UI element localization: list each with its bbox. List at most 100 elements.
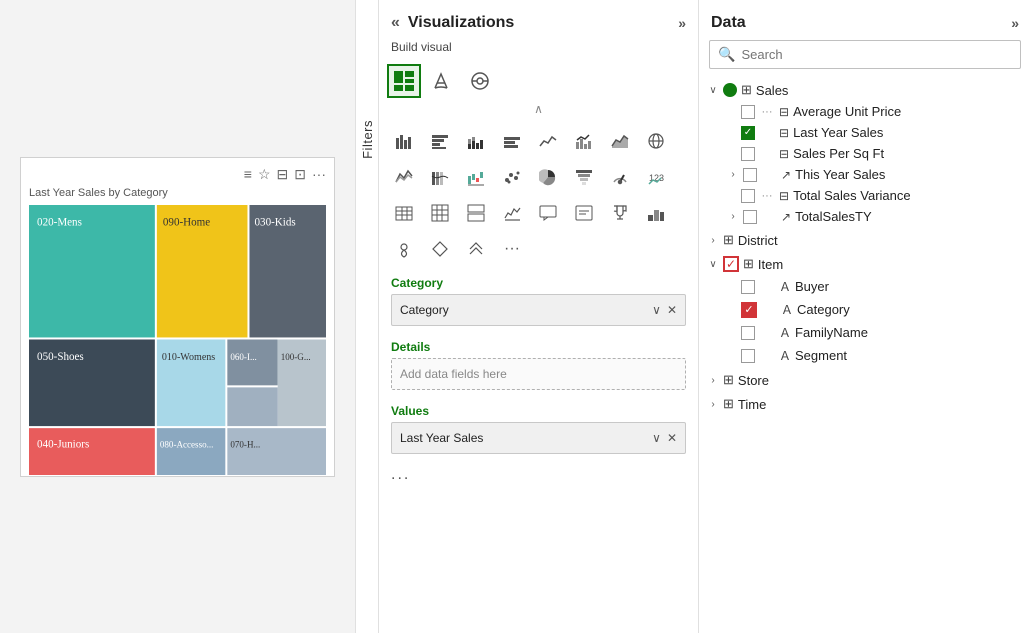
- tree-item-avg-unit-price[interactable]: ··· ⊟ Average Unit Price: [723, 101, 1027, 122]
- family-name-checkbox[interactable]: [741, 326, 755, 340]
- category-field-well[interactable]: Category ∨ ✕: [391, 294, 686, 326]
- chart-toolbar: ≡ ☆ ⊟ ⊡ ···: [29, 166, 326, 183]
- buyer-checkbox[interactable]: [741, 280, 755, 294]
- tree-item-sales[interactable]: ∨ ⊞ Sales: [703, 79, 1027, 101]
- sales-expand-icon[interactable]: ∨: [707, 85, 719, 96]
- category-chevron-icon[interactable]: ∨: [652, 303, 661, 317]
- pie-chart-btn[interactable]: [531, 160, 565, 194]
- tree-item-item[interactable]: ∨ ✓ ⊞ Item: [703, 253, 1027, 275]
- stacked-bar-btn[interactable]: [459, 124, 493, 158]
- details-field-label: Details: [391, 340, 686, 354]
- this-year-sales-expand[interactable]: ›: [727, 169, 739, 180]
- bar-chart2-btn[interactable]: [423, 124, 457, 158]
- svg-text:060-I...: 060-I...: [230, 351, 256, 361]
- collapse-left-button[interactable]: «: [391, 14, 400, 32]
- arrows-btn[interactable]: [459, 232, 493, 266]
- svg-text:010-Womens: 010-Womens: [162, 351, 215, 362]
- sales-per-sq-ft-label: Sales Per Sq Ft: [793, 146, 884, 161]
- total-sales-ty-checkbox[interactable]: [743, 210, 757, 224]
- total-sales-variance-checkbox[interactable]: [741, 189, 755, 203]
- expand-icon[interactable]: ⊡: [294, 166, 306, 183]
- last-year-sales-checkbox[interactable]: ✓: [741, 126, 755, 140]
- more-fields-dots: ...: [379, 462, 698, 488]
- bar-chart-btn[interactable]: [387, 124, 421, 158]
- tree-item-time[interactable]: › ⊞ Time: [703, 393, 1027, 415]
- avg-unit-price-checkbox[interactable]: [741, 105, 755, 119]
- values-remove-icon[interactable]: ✕: [667, 431, 677, 445]
- buyer-icon: Ａ: [779, 278, 791, 295]
- search-input[interactable]: [741, 47, 1012, 62]
- ribbon-chart-btn[interactable]: [423, 160, 457, 194]
- svg-text:050-Shoes: 050-Shoes: [37, 350, 84, 362]
- segment-checkbox[interactable]: [741, 349, 755, 363]
- tree-item-buyer[interactable]: Ａ Buyer: [723, 275, 1027, 298]
- filter-icon[interactable]: ⊟: [277, 166, 289, 183]
- tree-item-last-year-sales[interactable]: ✓ ⊟ Last Year Sales: [723, 122, 1027, 143]
- combo-chart-btn[interactable]: [567, 124, 601, 158]
- scatter-btn[interactable]: [495, 160, 529, 194]
- table-viz-btn[interactable]: [387, 196, 421, 230]
- more-viz-btn[interactable]: ···: [495, 232, 529, 266]
- trophy-btn[interactable]: [603, 196, 637, 230]
- matrix-btn[interactable]: [423, 196, 457, 230]
- format-viz-btn[interactable]: [425, 64, 459, 98]
- this-year-sales-checkbox[interactable]: [743, 168, 757, 182]
- more-icon[interactable]: ···: [312, 166, 326, 183]
- analytics-viz-btn[interactable]: [463, 64, 497, 98]
- last-year-sales-icon: ⊟: [779, 126, 789, 140]
- tree-item-total-sales-variance[interactable]: ··· ⊟ Total Sales Variance: [723, 185, 1027, 206]
- search-box: 🔍: [709, 40, 1021, 69]
- expand-right-button[interactable]: »: [678, 15, 686, 31]
- funnel-btn[interactable]: [567, 160, 601, 194]
- tree-item-district[interactable]: › ⊞ District: [703, 229, 1027, 251]
- store-expand-icon[interactable]: ›: [707, 375, 719, 386]
- pin-icon[interactable]: ☆: [258, 166, 271, 183]
- tree-item-this-year-sales[interactable]: › ↗ This Year Sales: [723, 164, 1027, 185]
- filters-label: Filters: [360, 120, 375, 159]
- values-field-well[interactable]: Last Year Sales ∨ ✕: [391, 422, 686, 454]
- item-expand-icon[interactable]: ∨: [707, 259, 719, 270]
- map-chart-btn[interactable]: [639, 124, 673, 158]
- district-expand-icon[interactable]: ›: [707, 235, 719, 246]
- family-name-label: FamilyName: [795, 325, 868, 340]
- treemap-viz-btn[interactable]: [387, 64, 421, 98]
- menu-icon[interactable]: ≡: [244, 166, 252, 183]
- category-remove-icon[interactable]: ✕: [667, 303, 677, 317]
- callout-btn[interactable]: [531, 196, 565, 230]
- text-box-btn[interactable]: [567, 196, 601, 230]
- tree-item-sales-per-sq-ft[interactable]: ⊟ Sales Per Sq Ft: [723, 143, 1027, 164]
- category-item-icon: Ａ: [781, 301, 793, 318]
- values-chevron-icon[interactable]: ∨: [652, 431, 661, 445]
- filters-tab[interactable]: Filters: [355, 0, 379, 633]
- tree-item-segment[interactable]: Ａ Segment: [723, 344, 1027, 367]
- column-chart-btn[interactable]: [495, 124, 529, 158]
- map-pin-btn[interactable]: [387, 232, 421, 266]
- bar-chart3-btn[interactable]: [639, 196, 673, 230]
- shape-map-btn[interactable]: [495, 196, 529, 230]
- area-chart-btn[interactable]: [603, 124, 637, 158]
- time-expand-icon[interactable]: ›: [707, 399, 719, 410]
- sales-per-sq-ft-icon: ⊟: [779, 147, 789, 161]
- tree-item-store[interactable]: › ⊞ Store: [703, 369, 1027, 391]
- tree-item-family-name[interactable]: Ａ FamilyName: [723, 321, 1027, 344]
- diamond-btn[interactable]: [423, 232, 457, 266]
- values-field-section: Values Last Year Sales ∨ ✕: [379, 398, 698, 462]
- sales-per-sq-ft-checkbox[interactable]: [741, 147, 755, 161]
- data-panel-header: Data »: [699, 0, 1031, 40]
- tree-item-category[interactable]: ✓ Ａ Category: [723, 298, 1027, 321]
- line-chart-btn[interactable]: [531, 124, 565, 158]
- category-item-checkbox[interactable]: ✓: [741, 302, 757, 318]
- district-table-icon: ⊞: [723, 232, 734, 248]
- waterfall-btn[interactable]: [459, 160, 493, 194]
- kpi-btn[interactable]: 123: [639, 160, 673, 194]
- multirow-card-btn[interactable]: [459, 196, 493, 230]
- svg-text:070-H...: 070-H...: [230, 439, 260, 449]
- total-sales-ty-expand[interactable]: ›: [727, 211, 739, 222]
- item-checkbox[interactable]: ✓: [723, 256, 739, 272]
- tree-item-total-sales-ty[interactable]: › ↗ TotalSalesTY: [723, 206, 1027, 227]
- svg-text:100-G...: 100-G...: [281, 351, 311, 361]
- line-area-btn[interactable]: [387, 160, 421, 194]
- gauge-btn[interactable]: [603, 160, 637, 194]
- details-field-well[interactable]: Add data fields here: [391, 358, 686, 390]
- data-panel-expand-icon[interactable]: »: [1011, 15, 1019, 31]
